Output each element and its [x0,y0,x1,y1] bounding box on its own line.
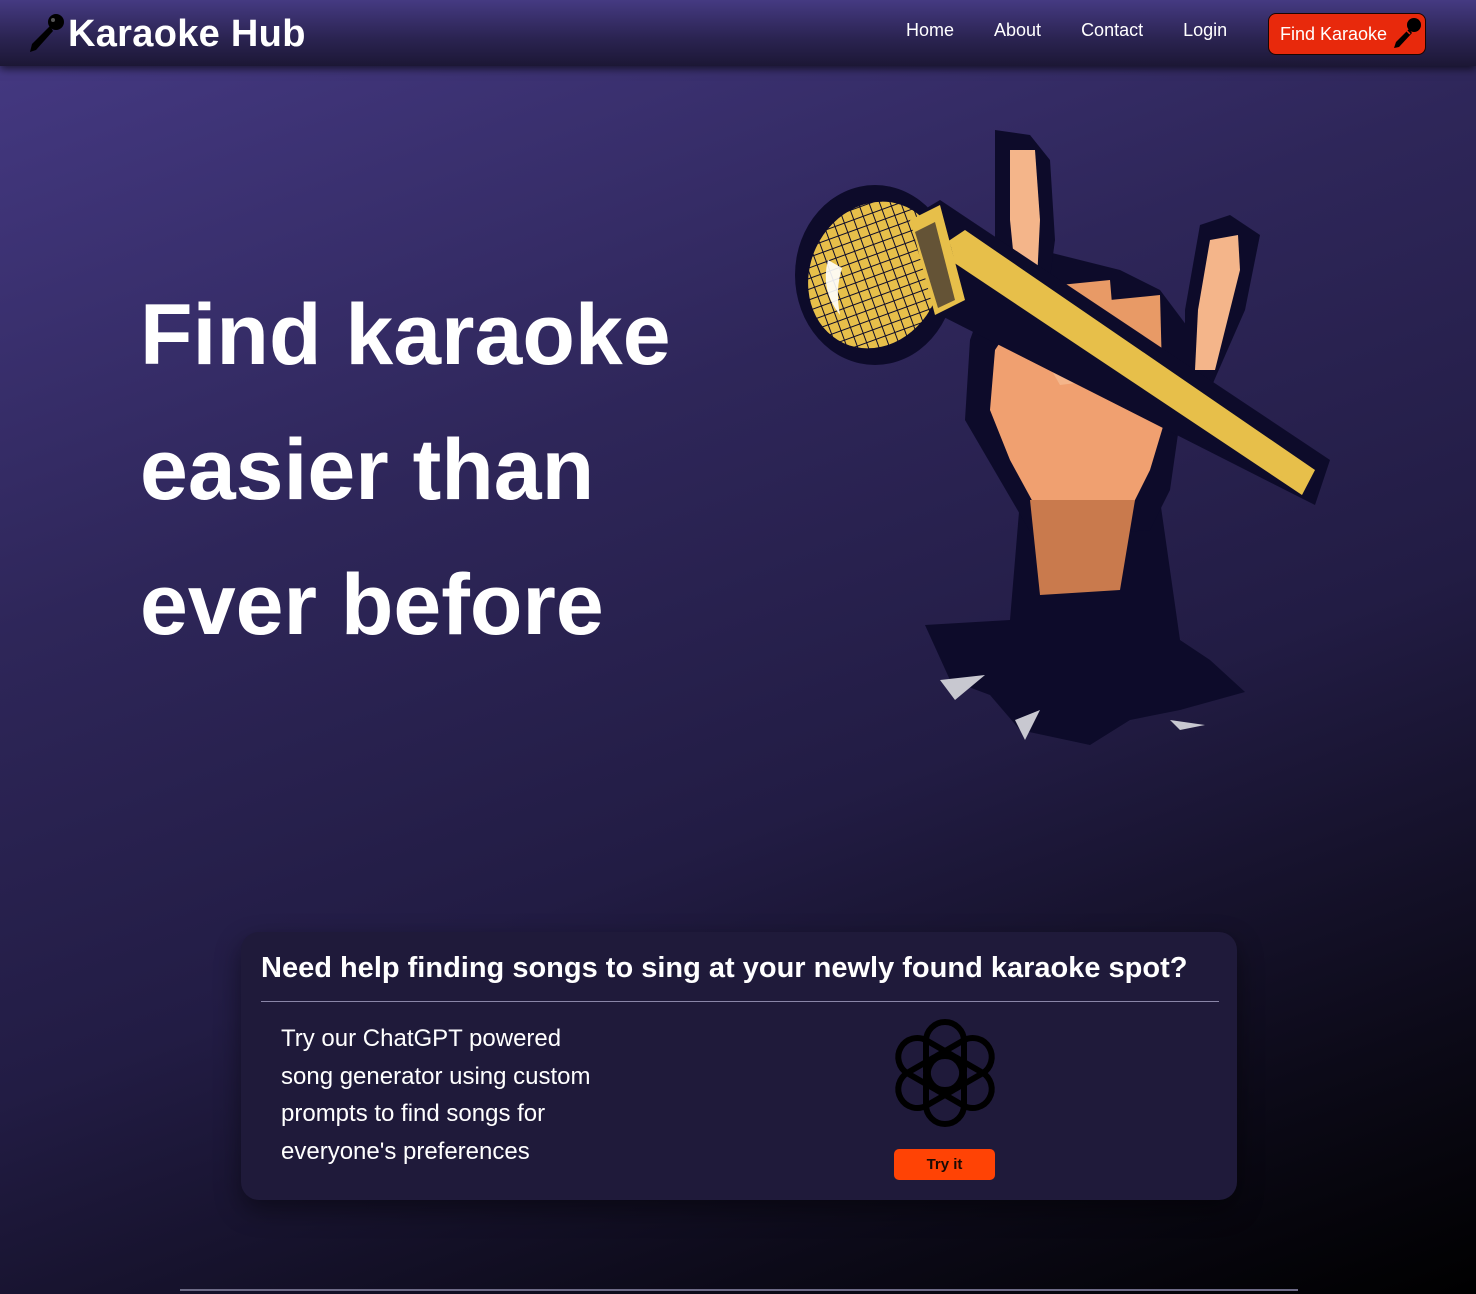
nav-link-home[interactable]: Home [906,20,954,41]
try-it-button[interactable]: Try it [894,1149,995,1180]
find-karaoke-label: Find Karaoke [1280,23,1388,44]
hero-title-line: ever before [140,557,604,653]
microphone-icon [30,14,64,52]
section-divider [180,1289,1298,1291]
nav-link-login[interactable]: Login [1183,20,1227,41]
hero-title: Find karaoke easier than ever before [140,268,780,673]
hero-title-line: Find karaoke [140,287,671,383]
hero-title-line: easier than [140,422,595,518]
page: Karaoke Hub Home About Contact Login Fin… [0,0,1476,1294]
brand-title: Karaoke Hub [68,12,306,55]
card-description-line: prompts to find songs for [281,1100,546,1127]
openai-logo-icon [895,1019,995,1127]
nav-link-about[interactable]: About [994,20,1041,41]
card-divider [261,1001,1219,1002]
card-description-line: Try our ChatGPT powered [281,1025,562,1052]
microphone-icon [1394,18,1422,48]
nav-link-contact[interactable]: Contact [1081,20,1143,41]
card-description-line: everyone's preferences [281,1137,530,1165]
card-description: Try our ChatGPT powered song generator u… [281,1020,621,1170]
brand[interactable]: Karaoke Hub [22,8,306,60]
main-nav: Home About Contact Login [906,20,1227,41]
card-heading: Need help finding songs to sing at your … [261,952,1188,984]
card-description-line: song generator using custom [281,1062,591,1090]
hand-holding-microphone-illustration [795,130,1330,745]
song-generator-card: Need help finding songs to sing at your … [241,932,1237,1200]
navbar: Karaoke Hub Home About Contact Login Fin… [0,0,1476,66]
find-karaoke-button[interactable]: Find Karaoke [1268,13,1426,55]
